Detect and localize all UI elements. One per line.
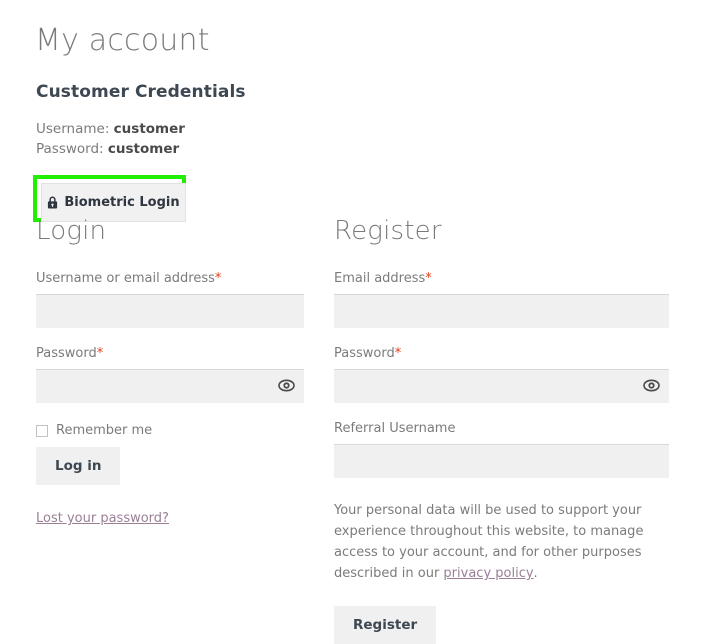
credentials-password-line: Password: customer <box>36 140 179 158</box>
register-referral-field: Referral Username <box>334 421 669 478</box>
login-column: Login Username or email address* Passwor… <box>36 215 304 526</box>
login-password-label: Password* <box>36 346 304 362</box>
register-referral-input[interactable] <box>334 444 669 478</box>
register-email-label-text: Email address <box>334 271 426 286</box>
remember-me-label[interactable]: Remember me <box>56 423 152 438</box>
required-asterisk: * <box>96 346 104 361</box>
lost-password-link[interactable]: Lost your password? <box>36 511 169 526</box>
my-account-page: My account Customer Credentials Username… <box>0 0 705 644</box>
register-email-input[interactable] <box>334 294 669 328</box>
login-password-input[interactable] <box>36 369 304 403</box>
register-column: Register Email address* Password* Referr… <box>334 215 669 644</box>
credentials-password-label: Password: <box>36 141 104 157</box>
remember-me-row[interactable]: Remember me <box>36 423 304 438</box>
register-password-label: Password* <box>334 346 669 362</box>
login-username-field: Username or email address* <box>36 271 304 328</box>
privacy-text-part2: . <box>533 566 538 581</box>
register-email-label: Email address* <box>334 271 669 287</box>
lost-password-row: Lost your password? <box>36 507 304 526</box>
login-password-label-text: Password <box>36 346 97 361</box>
login-username-input[interactable] <box>36 294 304 328</box>
login-username-label-text: Username or email address <box>36 271 215 286</box>
login-heading: Login <box>36 216 107 246</box>
register-password-field: Password* <box>334 346 669 403</box>
credentials-username-line: Username: customer <box>36 120 185 138</box>
required-asterisk: * <box>214 271 222 286</box>
register-button-row: Register <box>334 606 669 644</box>
privacy-policy-link[interactable]: privacy policy <box>443 563 533 584</box>
biometric-login-label: Biometric Login <box>64 195 180 210</box>
page-title: My account <box>35 23 210 58</box>
register-password-label-text: Password <box>334 346 395 361</box>
credentials-username-label: Username: <box>36 121 110 137</box>
register-heading: Register <box>334 216 442 246</box>
required-asterisk: * <box>425 271 432 286</box>
register-referral-label: Referral Username <box>334 421 456 436</box>
eye-icon[interactable] <box>643 377 660 394</box>
credentials-password-value: customer <box>107 141 180 157</box>
login-username-label: Username or email address* <box>36 271 304 287</box>
log-in-button[interactable]: Log in <box>36 447 121 485</box>
register-email-field: Email address* <box>334 271 669 328</box>
privacy-policy-text: Your personal data will be used to suppo… <box>334 500 669 584</box>
login-password-field: Password* <box>36 346 304 403</box>
register-password-input[interactable] <box>334 369 669 403</box>
lock-icon <box>47 196 58 209</box>
register-button[interactable]: Register <box>334 606 437 644</box>
remember-me-checkbox[interactable] <box>36 424 48 437</box>
eye-icon[interactable] <box>278 377 295 394</box>
credentials-username-value: customer <box>113 121 185 137</box>
customer-credentials-heading: Customer Credentials <box>36 82 246 102</box>
required-asterisk: * <box>394 346 402 361</box>
